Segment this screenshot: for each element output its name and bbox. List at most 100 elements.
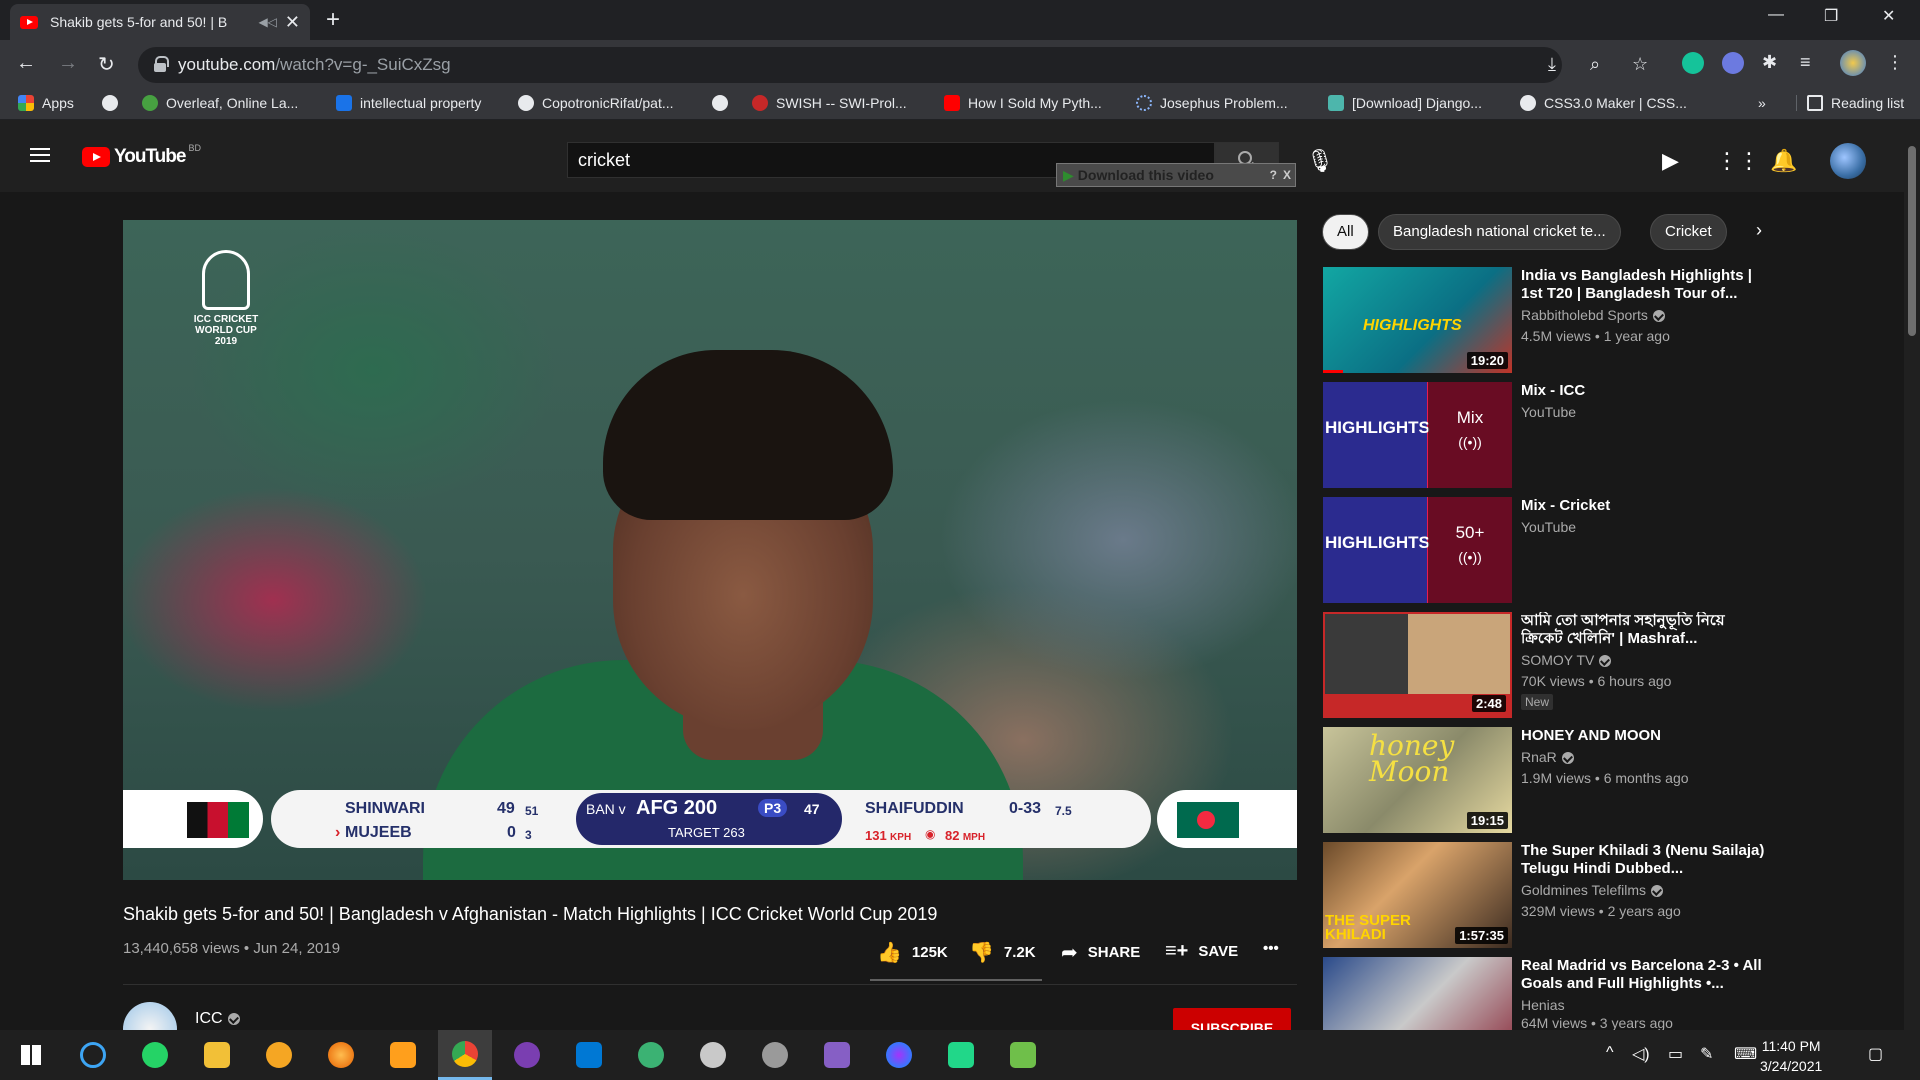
recommendation-item[interactable]: honey Moon 19:15 HONEY AND MOON RnaR 1.9… bbox=[1323, 727, 1873, 833]
bookmark-josephus[interactable]: Josephus Problem... bbox=[1136, 95, 1288, 111]
lock-icon[interactable] bbox=[154, 56, 169, 72]
bookmark-apps[interactable]: Apps bbox=[18, 95, 74, 111]
taskbar-app[interactable] bbox=[872, 1030, 926, 1080]
like-button[interactable]: 👍 125K bbox=[877, 940, 948, 965]
notifications-icon[interactable]: ▢ bbox=[1868, 1044, 1883, 1064]
youtube-logo[interactable]: YouTube BD bbox=[82, 143, 201, 168]
bookmark-star-icon[interactable]: ☆ bbox=[1632, 54, 1648, 75]
video-thumbnail[interactable]: HIGHLIGHTS Mix ((•)) bbox=[1323, 382, 1512, 488]
recommendation-item[interactable]: Real Madrid vs Barcelona 2-3 • All Goals… bbox=[1323, 957, 1873, 1030]
bookmark-label: Josephus Problem... bbox=[1160, 95, 1288, 111]
tab-close-icon[interactable]: ✕ bbox=[285, 12, 300, 33]
bookmark-youtube[interactable]: How I Sold My Pyth... bbox=[944, 95, 1102, 111]
reload-button[interactable]: ↻ bbox=[98, 52, 115, 77]
taskbar-app[interactable] bbox=[686, 1030, 740, 1080]
scrollbar-thumb[interactable] bbox=[1908, 146, 1916, 336]
bookmark-globe-2[interactable] bbox=[712, 95, 736, 111]
download-video-banner[interactable]: ▶ Download this video ? X bbox=[1056, 163, 1296, 187]
chip-all[interactable]: All bbox=[1322, 214, 1369, 250]
more-bookmarks-button[interactable]: » bbox=[1758, 95, 1766, 111]
extensions-puzzle-icon[interactable]: ✱ bbox=[1762, 52, 1784, 74]
network-icon[interactable]: ▭ bbox=[1668, 1044, 1683, 1064]
browser-tab[interactable]: Shakib gets 5-for and 50! | B ◀◁ ✕ bbox=[10, 4, 310, 40]
taskbar-app[interactable] bbox=[996, 1030, 1050, 1080]
bookmark-github[interactable]: CopotronicRifat/pat... bbox=[518, 95, 674, 111]
page-scrollbar[interactable] bbox=[1904, 120, 1920, 1030]
back-button[interactable]: ← bbox=[16, 52, 36, 75]
bookmark-swish[interactable]: SWISH -- SWI-Prol... bbox=[752, 95, 907, 111]
chip-cricket[interactable]: Cricket bbox=[1650, 214, 1727, 250]
video-thumbnail[interactable]: 2:48 bbox=[1323, 612, 1512, 718]
zoom-icon[interactable]: ⌕ bbox=[1590, 54, 1600, 75]
window-close-button[interactable]: ✕ bbox=[1882, 6, 1895, 26]
tray-overflow-icon[interactable]: ^ bbox=[1606, 1044, 1614, 1062]
taskbar-app[interactable] bbox=[562, 1030, 616, 1080]
taskbar-app[interactable] bbox=[128, 1030, 182, 1080]
video-player[interactable]: ICC CRICKET WORLD CUP 2019 SHINWARI 49 5… bbox=[123, 220, 1297, 880]
recommendation-item[interactable]: 2:48 আমি তো আপনার সহানুভূতি নিয়ে ক্রিকে… bbox=[1323, 612, 1873, 718]
video-thumbnail[interactable]: THE SUPER KHILADI 1:57:35 bbox=[1323, 842, 1512, 948]
chevron-right-icon[interactable]: › bbox=[1756, 220, 1762, 241]
menu-icon[interactable] bbox=[30, 148, 50, 162]
bookmark-overleaf[interactable]: Overleaf, Online La... bbox=[142, 95, 298, 111]
divider bbox=[123, 984, 1297, 985]
bookmark-css3-maker[interactable]: CSS3.0 Maker | CSS... bbox=[1520, 95, 1687, 111]
notifications-bell-icon[interactable]: 🔔 bbox=[1770, 148, 1797, 174]
chrome-menu-icon[interactable]: ⋮ bbox=[1886, 52, 1908, 74]
recommendation-item[interactable]: THE SUPER KHILADI 1:57:35 The Super Khil… bbox=[1323, 842, 1873, 948]
microphone-icon[interactable]: 🎙 bbox=[1306, 148, 1334, 174]
taskbar-app[interactable] bbox=[190, 1030, 244, 1080]
taskbar-app[interactable] bbox=[376, 1030, 430, 1080]
forward-button[interactable]: → bbox=[58, 52, 78, 75]
dislike-button[interactable]: 👎 7.2K bbox=[969, 940, 1036, 965]
taskbar-app[interactable] bbox=[252, 1030, 306, 1080]
create-video-icon[interactable]: ▶ bbox=[1662, 148, 1679, 174]
media-control-icon[interactable]: ≡ bbox=[1800, 52, 1822, 74]
duration-badge: 1:57:35 bbox=[1455, 927, 1508, 944]
start-button[interactable] bbox=[4, 1030, 58, 1080]
bookmark-django[interactable]: [Download] Django... bbox=[1328, 95, 1482, 111]
taskbar-app[interactable] bbox=[66, 1030, 120, 1080]
video-thumbnail[interactable] bbox=[1323, 957, 1512, 1030]
taskbar-app[interactable] bbox=[314, 1030, 368, 1080]
taskbar-app[interactable] bbox=[934, 1030, 988, 1080]
audio-icon[interactable]: ◀◁ bbox=[258, 15, 276, 29]
taskbar-app[interactable] bbox=[748, 1030, 802, 1080]
apps-grid-icon[interactable]: ⋮⋮ bbox=[1716, 148, 1760, 174]
video-thumbnail[interactable]: HIGHLIGHTS 50+ ((•)) bbox=[1323, 497, 1512, 603]
taskbar-app-chrome[interactable] bbox=[438, 1030, 492, 1080]
recommendation-item[interactable]: HIGHLIGHTS 50+ ((•)) Mix - Cricket YouTub… bbox=[1323, 497, 1873, 603]
taskbar-app[interactable] bbox=[500, 1030, 554, 1080]
pen-icon[interactable]: ✎ bbox=[1700, 1044, 1713, 1064]
bookmark-label: CSS3.0 Maker | CSS... bbox=[1544, 95, 1687, 111]
restore-button[interactable]: ❐ bbox=[1824, 6, 1838, 26]
video-thumbnail[interactable]: honey Moon 19:15 bbox=[1323, 727, 1512, 833]
grammarly-extension-icon[interactable] bbox=[1682, 52, 1704, 74]
taskbar-app[interactable] bbox=[624, 1030, 678, 1080]
profile-avatar[interactable] bbox=[1840, 50, 1866, 76]
keyboard-icon[interactable]: ⌨ bbox=[1734, 1044, 1757, 1064]
account-avatar[interactable] bbox=[1830, 143, 1866, 179]
minimize-button[interactable]: — bbox=[1768, 6, 1784, 24]
recommendation-item[interactable]: HIGHLIGHTS Mix ((•)) Mix - ICC YouTube bbox=[1323, 382, 1873, 488]
download-close-icon[interactable]: X bbox=[1283, 168, 1291, 182]
channel-name[interactable]: ICC bbox=[195, 1010, 240, 1028]
share-button[interactable]: ➦ SHARE bbox=[1061, 940, 1140, 965]
recommendation-item[interactable]: HIGHLIGHTS 19:20 India vs Bangladesh Hig… bbox=[1323, 267, 1873, 373]
bookmark-intellectual-property[interactable]: intellectual property bbox=[336, 95, 481, 111]
video-thumbnail[interactable]: HIGHLIGHTS 19:20 bbox=[1323, 267, 1512, 373]
extension-icon[interactable] bbox=[1722, 52, 1744, 74]
taskbar-app[interactable] bbox=[810, 1030, 864, 1080]
download-help-icon[interactable]: ? bbox=[1270, 168, 1277, 182]
volume-icon[interactable]: ◁) bbox=[1632, 1044, 1650, 1064]
new-tab-button[interactable]: + bbox=[326, 6, 340, 34]
country-code: BD bbox=[188, 143, 201, 153]
address-bar[interactable]: youtube.com/watch?v=g-_SuiCxZsg ⤓ ⌕ ☆ bbox=[138, 47, 1648, 83]
more-actions-button[interactable]: ••• bbox=[1263, 940, 1279, 957]
chip-bangladesh[interactable]: Bangladesh national cricket te... bbox=[1378, 214, 1621, 250]
system-clock[interactable]: 11:40 PM 3/24/2021 bbox=[1760, 1036, 1822, 1076]
reading-list-button[interactable]: Reading list bbox=[1796, 95, 1904, 111]
bookmark-globe-1[interactable] bbox=[102, 95, 126, 111]
save-button[interactable]: ≡+ SAVE bbox=[1165, 940, 1238, 963]
install-icon[interactable]: ⤓ bbox=[1548, 54, 1556, 75]
